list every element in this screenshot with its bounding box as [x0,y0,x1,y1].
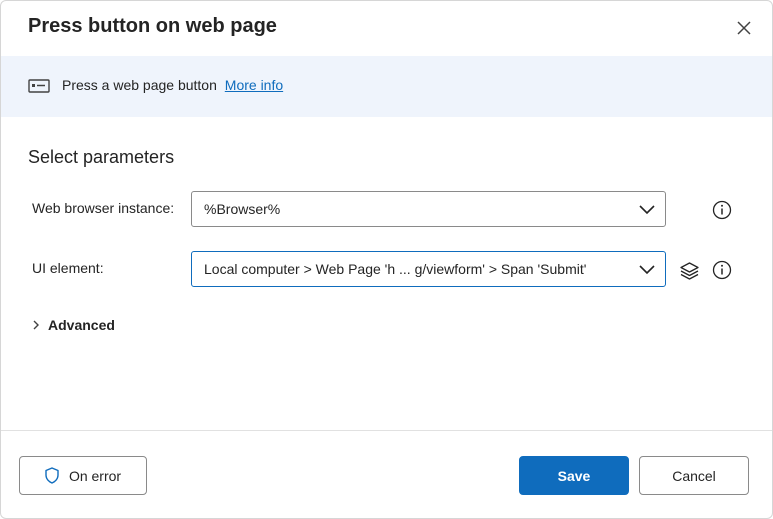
chevron-down-icon [639,205,655,215]
browser-instance-value: %Browser% [204,201,281,217]
layers-icon[interactable] [679,260,700,281]
more-info-link[interactable]: More info [225,77,283,93]
info-icon[interactable] [712,260,732,280]
advanced-toggle[interactable]: Advanced [32,317,115,333]
footer-divider [1,430,772,431]
ui-element-dropdown[interactable]: Local computer > Web Page 'h ... g/viewf… [191,251,666,287]
chevron-right-icon [33,320,39,330]
ui-element-value: Local computer > Web Page 'h ... g/viewf… [204,261,587,277]
on-error-button[interactable]: On error [19,456,147,495]
browser-instance-dropdown[interactable]: %Browser% [191,191,666,227]
button-icon [28,79,50,93]
banner-text: Press a web page button More info [62,77,283,93]
close-button[interactable] [730,14,758,42]
advanced-label: Advanced [48,317,115,333]
browser-instance-label: Web browser instance: [32,200,175,216]
info-icon[interactable] [712,200,732,220]
chevron-down-icon [639,265,655,275]
cancel-button[interactable]: Cancel [639,456,749,495]
section-title: Select parameters [28,147,175,167]
on-error-label: On error [68,467,122,484]
press-button-dialog: Press button on web page Press a web pag… [0,0,773,519]
banner-description: Press a web page button [62,77,217,93]
shield-icon [45,467,59,484]
dialog-title: Press button on web page [28,15,277,37]
save-button[interactable]: Save [519,456,629,495]
ui-element-label: UI element: [32,260,104,276]
info-banner: Press a web page button More info [1,56,772,117]
close-icon [737,21,751,35]
